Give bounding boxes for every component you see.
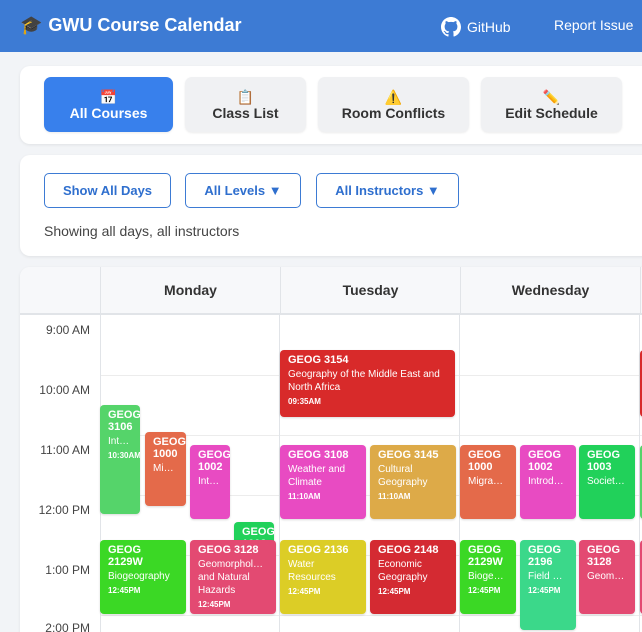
calendar-icon: 📅: [99, 88, 118, 105]
course-time: 11:10AM: [288, 492, 321, 501]
course-code: GEOG 1002: [198, 449, 230, 473]
course-title: Int… to Ph…: [198, 476, 222, 487]
course-time: 09:35AM: [288, 397, 321, 406]
course-event[interactable]: GEOG 1002 Int… to Ph…: [190, 445, 230, 519]
time-label: 9:00 AM: [45, 323, 90, 337]
course-code: GEOG 2196: [528, 544, 562, 568]
course-event[interactable]: GEOG 1002 Introd… to Physi…: [520, 445, 576, 519]
course-time: 12:45PM: [198, 600, 231, 609]
course-event[interactable]: GEOG 1003 Society and Envir…: [579, 445, 635, 519]
app-brand[interactable]: 🎓 GWU Course Calendar: [20, 15, 241, 36]
course-time: 12:45PM: [288, 587, 321, 596]
course-event[interactable]: GEOG 2129W Bioge… 12:45PM: [460, 540, 516, 614]
course-code: GEOG 1002: [528, 449, 562, 473]
instructors-dropdown[interactable]: All Instructors ▼: [316, 173, 459, 208]
warning-icon: ⚠️: [384, 88, 403, 105]
course-code: GEOG 3106: [108, 409, 140, 433]
course-time: 10:30AM: [108, 451, 140, 460]
course-time: 11:10AM: [378, 492, 411, 501]
app-title: GWU Course Calendar: [48, 15, 242, 35]
course-code: GEOG 2136: [288, 544, 349, 556]
course-title: Int… G… Inf…: [108, 436, 132, 447]
course-title: Mi… in th…: [153, 463, 178, 474]
course-title: Introd… to Physi…: [528, 476, 568, 487]
course-code: GEOG 1000: [153, 436, 186, 460]
course-title: Geom… and Natur…: [587, 571, 627, 582]
course-event[interactable]: GEOG 3128 Geom… and Natur…: [579, 540, 635, 614]
course-title: Bioge…: [468, 571, 504, 582]
course-event[interactable]: GEOG 3128 Geomorphol… and Natural Hazards…: [190, 540, 276, 614]
course-code: GEOG 3128: [587, 544, 621, 568]
course-title: Geomorphol… and Natural Hazards: [198, 559, 264, 596]
time-label: 12:00 PM: [38, 503, 90, 517]
course-event[interactable]: GEOG 3108 Weather and Climate 11:10AM: [280, 445, 366, 519]
time-label: 2:00 PM: [45, 621, 90, 632]
tab-class-list[interactable]: 📋 Class List: [185, 77, 306, 132]
top-navbar: 🎓 GWU Course Calendar GitHub Report Issu…: [0, 0, 642, 52]
course-title: Field Meth… in…: [528, 571, 568, 582]
time-label: 1:00 PM: [45, 563, 90, 577]
course-event[interactable]: GEOG 2148 Economic Geography 12:45PM: [370, 540, 456, 614]
clipboard-icon: 📋: [236, 88, 255, 105]
tab-label: Edit Schedule: [505, 104, 598, 121]
tab-all-courses[interactable]: 📅 All Courses: [44, 77, 173, 132]
course-title: Weather and Climate: [288, 464, 346, 488]
day-header-wednesday: Wednesday: [460, 267, 640, 313]
course-event[interactable]: GEOG 1000 Mi… in th…: [145, 432, 186, 506]
github-icon: [441, 17, 461, 37]
report-issue-link[interactable]: Report Issue: [554, 17, 633, 33]
course-title: Biogeography: [108, 571, 170, 582]
course-code: GEOG 2129W: [468, 544, 503, 568]
course-code: GEOG 1000: [468, 449, 502, 473]
course-time: 12:45PM: [378, 587, 411, 596]
github-label: GitHub: [467, 19, 511, 35]
time-label: 10:00 AM: [39, 383, 90, 397]
course-event[interactable]: GEOG 2196 Field Meth… in… 12:45PM: [520, 540, 576, 630]
tab-room-conflicts[interactable]: ⚠️ Room Conflicts: [318, 77, 469, 132]
view-tabs-card: 📅 All Courses 📋 Class List ⚠️ Room Confl…: [20, 66, 642, 144]
filter-status-text: Showing all days, all instructors: [44, 223, 240, 239]
time-label: 11:00 AM: [40, 443, 90, 457]
day-header-monday: Monday: [100, 267, 280, 313]
tab-label: All Courses: [69, 104, 148, 121]
time-column: 9:00 AM 10:00 AM 11:00 AM 12:00 PM 1:00 …: [20, 315, 100, 632]
course-time: 12:45PM: [108, 586, 141, 595]
course-event[interactable]: GEOG 1000 Migra… in the City: [460, 445, 516, 519]
report-issue-label: Report Issue: [554, 17, 634, 33]
tab-label: Class List: [212, 104, 279, 121]
github-link[interactable]: GitHub: [441, 17, 511, 37]
levels-dropdown[interactable]: All Levels ▼: [185, 173, 301, 208]
course-code: GEOG 2129W: [108, 544, 143, 568]
course-code: GEOG 3145: [378, 449, 439, 461]
course-title: Geography of the Middle East and North A…: [288, 369, 440, 393]
graduation-cap-icon: 🎓: [20, 15, 43, 35]
tab-label: Room Conflicts: [341, 104, 446, 121]
calendar-grid: Monday Tuesday Wednesday 9:00 AM 10:00 A…: [20, 267, 642, 632]
filters-card: Show All Days All Levels ▼ All Instructo…: [20, 155, 642, 256]
course-title: Cultural Geography: [378, 464, 428, 488]
course-title: Migra… in the City: [468, 476, 508, 487]
course-event[interactable]: GEOG 3145 Cultural Geography 11:10AM: [370, 445, 456, 519]
course-title: Economic Geography: [378, 559, 428, 583]
course-event[interactable]: GEOG 3154 Geography of the Middle East an…: [280, 350, 455, 417]
course-event[interactable]: GEOG 3106 Int… G… Inf… 10:30AM: [100, 405, 140, 514]
course-event[interactable]: GEOG 2129W Biogeography 12:45PM: [100, 540, 186, 614]
pencil-icon: ✏️: [542, 88, 561, 105]
course-title: Water Resources: [288, 559, 336, 583]
show-all-days-button[interactable]: Show All Days: [44, 173, 171, 208]
course-title: Society and Envir…: [587, 476, 627, 487]
course-code: GEOG 3108: [288, 449, 349, 461]
calendar-header: Monday Tuesday Wednesday: [20, 267, 642, 315]
course-code: GEOG 1003: [587, 449, 621, 473]
course-time: 12:45PM: [528, 586, 561, 595]
course-time: 12:45PM: [468, 586, 501, 595]
day-header-tuesday: Tuesday: [280, 267, 460, 313]
course-code: GEOG 2148: [378, 544, 439, 556]
course-event[interactable]: GEOG 2136 Water Resources 12:45PM: [280, 540, 366, 614]
course-code: GEOG 3154: [288, 354, 349, 366]
course-code: GEOG 3128: [198, 544, 259, 556]
tab-edit-schedule[interactable]: ✏️ Edit Schedule: [481, 77, 622, 132]
